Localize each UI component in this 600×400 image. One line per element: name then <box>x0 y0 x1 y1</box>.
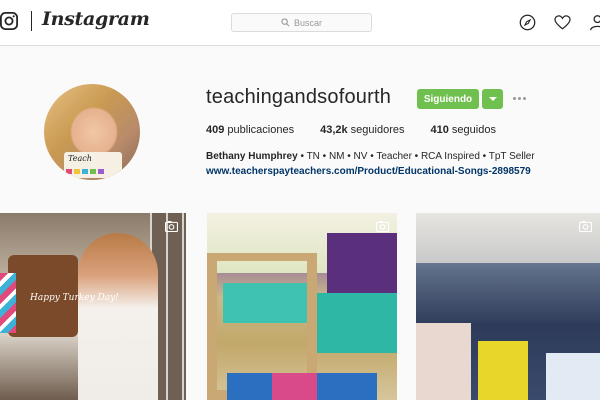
following-button[interactable]: Siguiendo <box>417 89 479 109</box>
post-wall <box>416 213 600 263</box>
bio-full-name: Bethany Humphrey <box>206 151 298 162</box>
post-child-yellow-shirt <box>478 341 528 400</box>
bio-text: • TN • NM • NV • Teacher • RCA Inspired … <box>297 151 535 162</box>
video-icon <box>376 221 389 232</box>
bio-website-link[interactable]: www.teacherspayteachers.com/Product/Educ… <box>206 166 531 177</box>
person-icon[interactable] <box>589 14 600 31</box>
followers-stat[interactable]: 43,2k seguidores <box>320 124 404 136</box>
video-icon <box>165 221 178 232</box>
posts-grid: Happy Turkey Day! <box>0 213 600 400</box>
search-input[interactable]: Buscar <box>231 13 372 32</box>
followers-label: seguidores <box>350 124 405 136</box>
more-icon[interactable] <box>513 97 526 100</box>
post-purple-wall <box>327 233 397 293</box>
following-count: 410 <box>430 124 449 136</box>
instagram-wordmark[interactable]: Instagram <box>42 8 150 30</box>
profile-avatar[interactable]: Teach <box>44 84 140 180</box>
compass-icon[interactable] <box>519 14 536 31</box>
profile-username: teachingandsofourth <box>206 86 392 108</box>
avatar-sign-text: Teach <box>68 154 92 163</box>
post-teal-table <box>317 293 397 353</box>
following-stat[interactable]: 410 seguidos <box>431 124 496 136</box>
instagram-camera-icon[interactable] <box>0 11 18 31</box>
post-caption-text: Happy Turkey Day! <box>30 293 119 303</box>
post-bins <box>227 373 377 400</box>
chevron-down-icon <box>489 97 497 101</box>
post-person <box>78 233 158 400</box>
post-chevron-pattern <box>0 273 16 333</box>
posts-count: 409 <box>206 124 225 136</box>
video-icon <box>579 221 592 232</box>
bio: Bethany Humphrey • TN • NM • NV • Teache… <box>206 151 535 162</box>
heart-icon[interactable] <box>554 15 571 30</box>
followers-count: 43,2k <box>320 124 348 136</box>
posts-stat: 409 publicaciones <box>206 124 294 136</box>
post-thumbnail[interactable] <box>207 213 397 400</box>
logo-divider <box>31 11 32 31</box>
post-child-left <box>416 323 471 400</box>
search-icon <box>281 18 290 27</box>
avatar-sign-dots <box>66 169 104 174</box>
post-thumbnail[interactable] <box>416 213 600 400</box>
profile-stats: 409 publicaciones 43,2k seguidores 410 s… <box>206 124 522 136</box>
top-navbar: Instagram Buscar <box>0 0 600 46</box>
following-label: seguidos <box>451 124 496 136</box>
search-placeholder: Buscar <box>293 17 322 28</box>
follow-options-button[interactable] <box>482 89 503 109</box>
post-child-white-shirt <box>546 353 600 400</box>
posts-label: publicaciones <box>227 124 295 136</box>
post-thumbnail[interactable]: Happy Turkey Day! <box>0 213 186 400</box>
